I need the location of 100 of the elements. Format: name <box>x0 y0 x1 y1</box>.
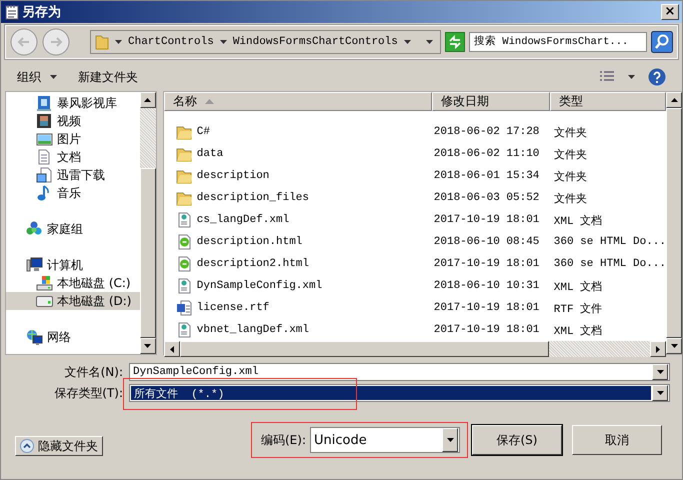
table-cell-text: 2017-10-19 18:01 <box>432 214 540 226</box>
table-cell-text: XML 文档 <box>552 324 604 338</box>
folder-icon <box>176 124 193 140</box>
column-header[interactable]: 类型 <box>550 92 666 111</box>
table-cell-text: XML 文档 <box>552 280 604 294</box>
save-type-dropdown[interactable]: 所有文件 (*.*) <box>129 384 670 402</box>
scrollbar-thumb[interactable] <box>180 341 549 357</box>
table-cell-text: 2018-06-10 08:45 <box>432 236 540 248</box>
scroll-down-button[interactable] <box>140 338 156 354</box>
field-label: 保存类型(T): <box>53 384 123 402</box>
navigation-item[interactable]: 视频 <box>6 112 140 130</box>
scroll-down-button[interactable] <box>666 338 682 354</box>
field-label: 编码(E): <box>261 432 306 448</box>
address-bar[interactable]: ChartControls WindowsFormsChartControls <box>90 30 441 54</box>
caret-icon <box>114 39 123 45</box>
scroll-up-button[interactable] <box>666 92 682 108</box>
file-name-cell[interactable]: cs_langDef.xml <box>164 212 432 228</box>
notepad-icon <box>5 4 19 20</box>
window-title: 另存为 <box>22 4 62 21</box>
picture-icon <box>36 131 53 147</box>
scrollbar-thumb[interactable] <box>140 168 156 338</box>
folder-icon <box>176 190 193 206</box>
navigation-item[interactable]: 本地磁盘 (C:) <box>6 274 140 292</box>
arrow-up-icon <box>670 98 678 102</box>
chevron-up-icon <box>20 439 34 453</box>
table-cell-text: XML 文档 <box>552 214 604 228</box>
drive-icon <box>36 275 53 291</box>
file-name-cell[interactable]: description_files <box>164 190 432 206</box>
view-list-icon[interactable] <box>599 71 615 83</box>
table-cell-text: 2017-10-19 18:01 <box>432 258 540 270</box>
file-name-cell[interactable]: vbnet_langDef.xml <box>164 322 432 338</box>
table-cell-text: 2017-10-19 18:01 <box>432 324 540 336</box>
navigation-item[interactable]: 文档 <box>6 148 140 166</box>
navigation-item[interactable]: 家庭组 <box>6 220 140 238</box>
navigation-item[interactable]: 网络 <box>6 328 140 346</box>
table-cell-text: RTF 文件 <box>552 302 604 316</box>
file-name-cell[interactable]: description2.html <box>164 256 432 272</box>
file-name-field[interactable]: DynSampleConfig.xml <box>129 363 670 381</box>
table-cell-text: 360 se HTML Do... <box>552 236 666 248</box>
search-icon[interactable] <box>651 31 673 53</box>
network-icon <box>26 329 43 345</box>
column-header[interactable]: 修改日期 <box>432 92 550 111</box>
document-icon <box>36 167 53 183</box>
table-cell-text: 2018-06-10 10:31 <box>432 280 540 292</box>
table-cell-text: 文件夹 <box>552 170 588 184</box>
table-cell-text: 文件夹 <box>552 126 588 140</box>
scroll-up-button[interactable] <box>140 92 156 108</box>
arrow-right-icon <box>656 346 660 352</box>
navigation-item[interactable]: 计算机 <box>6 256 140 274</box>
navigation-item[interactable]: 音乐 <box>6 184 140 202</box>
dropdown-arrow-icon <box>656 370 664 374</box>
scroll-left-button[interactable] <box>164 341 180 357</box>
file-name-cell[interactable]: description <box>164 168 432 184</box>
field-label: 文件名(N): <box>64 364 123 380</box>
search-field[interactable]: 搜索 WindowsFormsChart... <box>469 32 647 52</box>
breadcrumb-item[interactable]: ChartControls <box>128 36 214 48</box>
scrollbar-thumb[interactable] <box>666 108 682 338</box>
arrow-up-icon <box>144 98 152 102</box>
navigation-item[interactable]: 迅雷下载 <box>6 166 140 184</box>
navigation-item[interactable]: 本地磁盘 (D:) <box>6 292 140 310</box>
caret-icon[interactable] <box>627 74 636 80</box>
organize-menu[interactable]: 组织 <box>13 66 62 88</box>
caret-icon <box>49 74 58 80</box>
navigation-item[interactable]: 图片 <box>6 130 140 148</box>
help-icon[interactable] <box>648 68 666 86</box>
close-button[interactable]: × <box>661 4 679 20</box>
word-file-icon <box>176 300 193 316</box>
file-name-cell[interactable]: license.rtf <box>164 300 432 316</box>
table-cell-text: 2018-06-02 17:28 <box>432 126 540 138</box>
drive-icon <box>36 293 53 309</box>
dropdown-caret-icon[interactable] <box>425 39 434 45</box>
table-cell-text: 文件夹 <box>552 148 588 162</box>
table-cell-text: 2017-10-19 18:01 <box>432 302 540 314</box>
file-name-cell[interactable]: data <box>164 146 432 162</box>
html-file-icon <box>176 234 193 250</box>
cancel-button[interactable]: 取消 <box>572 425 662 455</box>
new-folder-button[interactable]: 新建文件夹 <box>74 66 142 88</box>
breadcrumb-item[interactable]: WindowsFormsChartControls <box>232 36 398 48</box>
folder-icon <box>176 168 193 184</box>
dropdown-arrow-icon <box>446 438 454 442</box>
scroll-right-button[interactable] <box>650 341 666 357</box>
folder-icon <box>176 146 193 162</box>
save-button[interactable]: 保存(S) <box>472 425 562 455</box>
xml-file-icon <box>176 278 193 294</box>
table-cell-text: 2018-06-03 05:52 <box>432 192 540 204</box>
html-file-icon <box>176 256 193 272</box>
table-cell-text: 文件夹 <box>552 192 588 206</box>
navigation-item[interactable]: 暴风影视库 <box>6 94 140 112</box>
table-cell-text: 360 se HTML Do... <box>552 258 666 270</box>
column-header[interactable]: 名称 <box>164 92 432 111</box>
encoding-dropdown[interactable]: Unicode <box>310 427 460 453</box>
file-name-cell[interactable]: description.html <box>164 234 432 250</box>
arrow-down-icon <box>670 344 678 348</box>
hide-folders-button[interactable]: 隐藏文件夹 <box>15 436 103 456</box>
arrow-down-icon <box>144 344 152 348</box>
file-name-cell[interactable]: DynSampleConfig.xml <box>164 278 432 294</box>
refresh-icon[interactable] <box>445 32 465 52</box>
xml-file-icon <box>176 322 193 338</box>
file-name-cell[interactable]: C# <box>164 124 432 140</box>
folder-icon <box>95 34 109 50</box>
